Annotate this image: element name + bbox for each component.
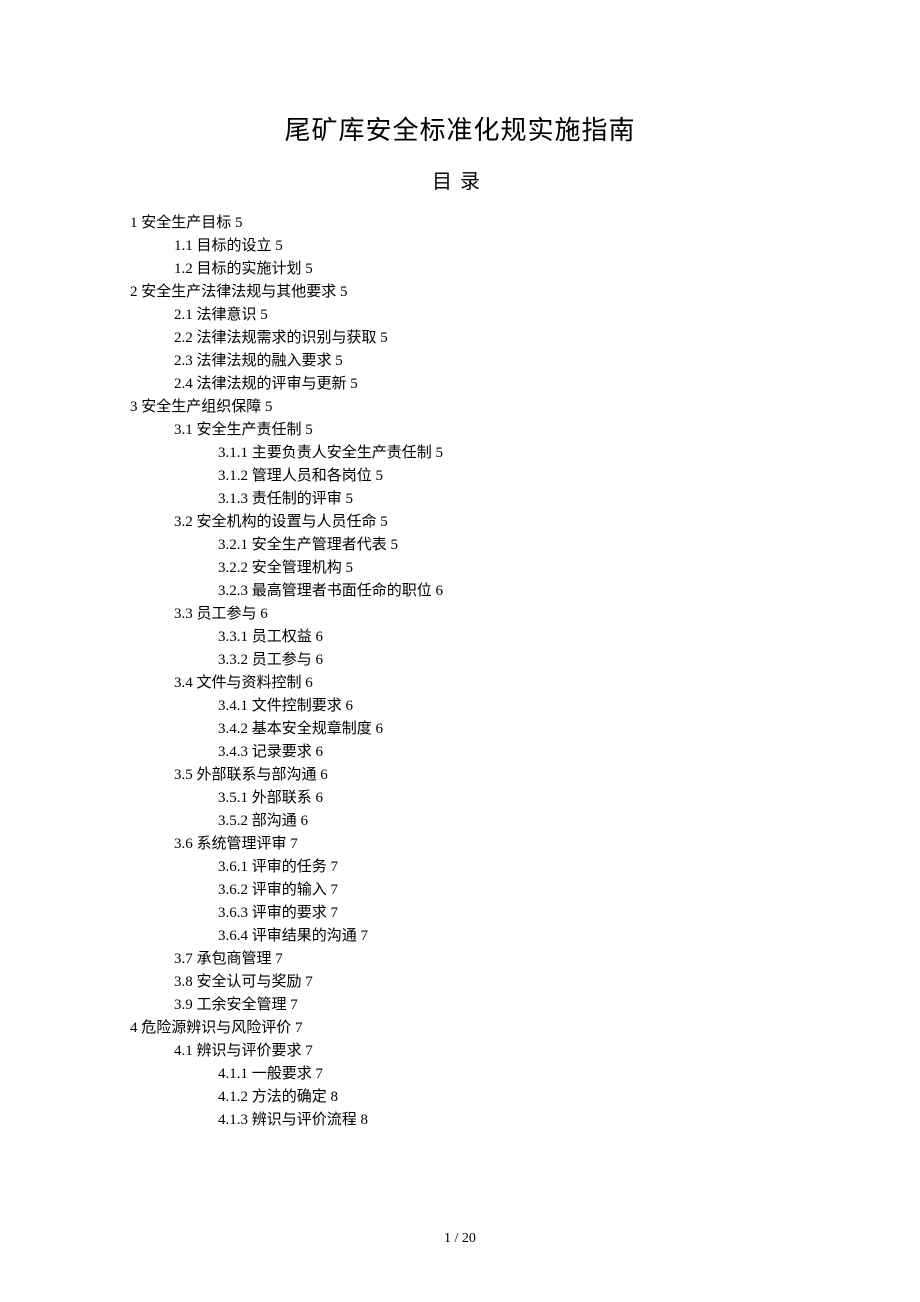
toc-entry: 3.5 外部联系与部沟通 6	[130, 764, 790, 787]
toc-entry: 3.5.2 部沟通 6	[130, 810, 790, 833]
toc-heading: 目录	[130, 165, 790, 194]
toc-entry: 2.4 法律法规的评审与更新 5	[130, 373, 790, 396]
toc-entry: 3.6.2 评审的输入 7	[130, 879, 790, 902]
toc-entry: 3.6.4 评审结果的沟通 7	[130, 925, 790, 948]
toc-entry: 4.1.3 辨识与评价流程 8	[130, 1109, 790, 1132]
toc-entry: 3.1.3 责任制的评审 5	[130, 488, 790, 511]
toc-entry: 3.8 安全认可与奖励 7	[130, 971, 790, 994]
toc-entry: 4.1.2 方法的确定 8	[130, 1086, 790, 1109]
toc-entry: 4 危险源辨识与风险评价 7	[130, 1017, 790, 1040]
toc-entry: 3.6.1 评审的任务 7	[130, 856, 790, 879]
toc-entry: 3.6 系统管理评审 7	[130, 833, 790, 856]
toc-entry: 3.3.1 员工权益 6	[130, 626, 790, 649]
toc-entry: 2.2 法律法规需求的识别与获取 5	[130, 327, 790, 350]
toc-entry: 2.1 法律意识 5	[130, 304, 790, 327]
toc-entry: 3.3.2 员工参与 6	[130, 649, 790, 672]
toc-entry: 3.4.2 基本安全规章制度 6	[130, 718, 790, 741]
toc-entry: 2.3 法律法规的融入要求 5	[130, 350, 790, 373]
toc-entry: 4.1.1 一般要求 7	[130, 1063, 790, 1086]
toc-entry: 1.2 目标的实施计划 5	[130, 258, 790, 281]
toc-entry: 3.7 承包商管理 7	[130, 948, 790, 971]
toc-entry: 3.3 员工参与 6	[130, 603, 790, 626]
table-of-contents: 1 安全生产目标 51.1 目标的设立 51.2 目标的实施计划 52 安全生产…	[130, 212, 790, 1132]
toc-entry: 3.2.3 最高管理者书面任命的职位 6	[130, 580, 790, 603]
toc-entry: 3.1 安全生产责任制 5	[130, 419, 790, 442]
page-footer: 1 / 20	[0, 1231, 920, 1247]
toc-entry: 2 安全生产法律法规与其他要求 5	[130, 281, 790, 304]
toc-entry: 3.6.3 评审的要求 7	[130, 902, 790, 925]
toc-entry: 3.2.1 安全生产管理者代表 5	[130, 534, 790, 557]
toc-entry: 3.4.3 记录要求 6	[130, 741, 790, 764]
toc-entry: 3.4.1 文件控制要求 6	[130, 695, 790, 718]
toc-entry: 1.1 目标的设立 5	[130, 235, 790, 258]
toc-entry: 3.4 文件与资料控制 6	[130, 672, 790, 695]
toc-entry: 3.2 安全机构的设置与人员任命 5	[130, 511, 790, 534]
toc-entry: 3.1.1 主要负责人安全生产责任制 5	[130, 442, 790, 465]
toc-entry: 3 安全生产组织保障 5	[130, 396, 790, 419]
toc-entry: 3.1.2 管理人员和各岗位 5	[130, 465, 790, 488]
toc-entry: 3.5.1 外部联系 6	[130, 787, 790, 810]
toc-entry: 4.1 辨识与评价要求 7	[130, 1040, 790, 1063]
toc-entry: 1 安全生产目标 5	[130, 212, 790, 235]
toc-entry: 3.9 工余安全管理 7	[130, 994, 790, 1017]
document-title: 尾矿库安全标准化规实施指南	[130, 110, 790, 147]
toc-entry: 3.2.2 安全管理机构 5	[130, 557, 790, 580]
